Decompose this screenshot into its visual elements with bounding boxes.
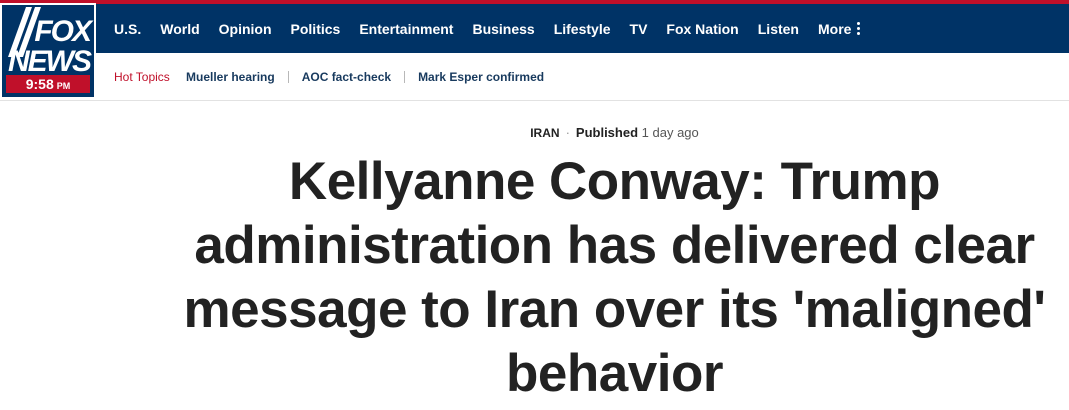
page: U.S. World Opinion Politics Entertainmen…: [0, 0, 1069, 410]
nav-more-label: More: [817, 20, 852, 37]
divider: [404, 71, 406, 83]
article-eyebrow: IRAN · Published 1 day ago: [0, 125, 1069, 140]
logo-clock: 9:58 PM: [6, 75, 90, 93]
nav-item-politics[interactable]: Politics: [291, 21, 341, 37]
published-time: 1 day ago: [641, 125, 699, 140]
nav-item-business[interactable]: Business: [472, 21, 534, 37]
main-nav: U.S. World Opinion Politics Entertainmen…: [114, 4, 879, 53]
fox-news-logo[interactable]: FOX NEWS 9:58 PM: [0, 3, 96, 99]
nav-item-entertainment[interactable]: Entertainment: [359, 21, 453, 37]
article-headline: Kellyanne Conway: Trump administration h…: [183, 152, 1046, 403]
nav-item-tv[interactable]: TV: [630, 21, 648, 37]
nav-item-lifestyle[interactable]: Lifestyle: [554, 21, 611, 37]
hot-topic-link[interactable]: Mueller hearing: [186, 70, 275, 84]
divider: [287, 71, 289, 83]
hot-topic-link[interactable]: Mark Esper confirmed: [418, 70, 544, 84]
nav-item-fox-nation[interactable]: Fox Nation: [666, 21, 738, 37]
logo-fox-text: FOX: [34, 15, 92, 48]
logo-news-text: NEWS: [8, 45, 92, 78]
hot-topics-links: Mueller hearing AOC fact-check Mark Espe…: [186, 70, 544, 84]
logo-clock-ampm: PM: [56, 81, 71, 91]
nav-item-listen[interactable]: Listen: [758, 21, 799, 37]
article-category-link[interactable]: IRAN: [530, 126, 559, 140]
separator-dot: ·: [565, 125, 570, 140]
nav-item-world[interactable]: World: [160, 21, 199, 37]
logo-clock-time: 9:58: [25, 76, 54, 92]
nav-more-button[interactable]: More: [817, 20, 861, 37]
nav-item-opinion[interactable]: Opinion: [219, 21, 272, 37]
published-label: Published: [575, 125, 639, 140]
hot-topics-label: Hot Topics: [114, 70, 170, 84]
hot-topics-bar: Hot Topics Mueller hearing AOC fact-chec…: [0, 53, 1069, 101]
kebab-menu-icon: [857, 22, 861, 35]
top-nav-bar: U.S. World Opinion Politics Entertainmen…: [0, 0, 1069, 53]
nav-item-us[interactable]: U.S.: [114, 21, 141, 37]
hot-topic-link[interactable]: AOC fact-check: [302, 70, 391, 84]
